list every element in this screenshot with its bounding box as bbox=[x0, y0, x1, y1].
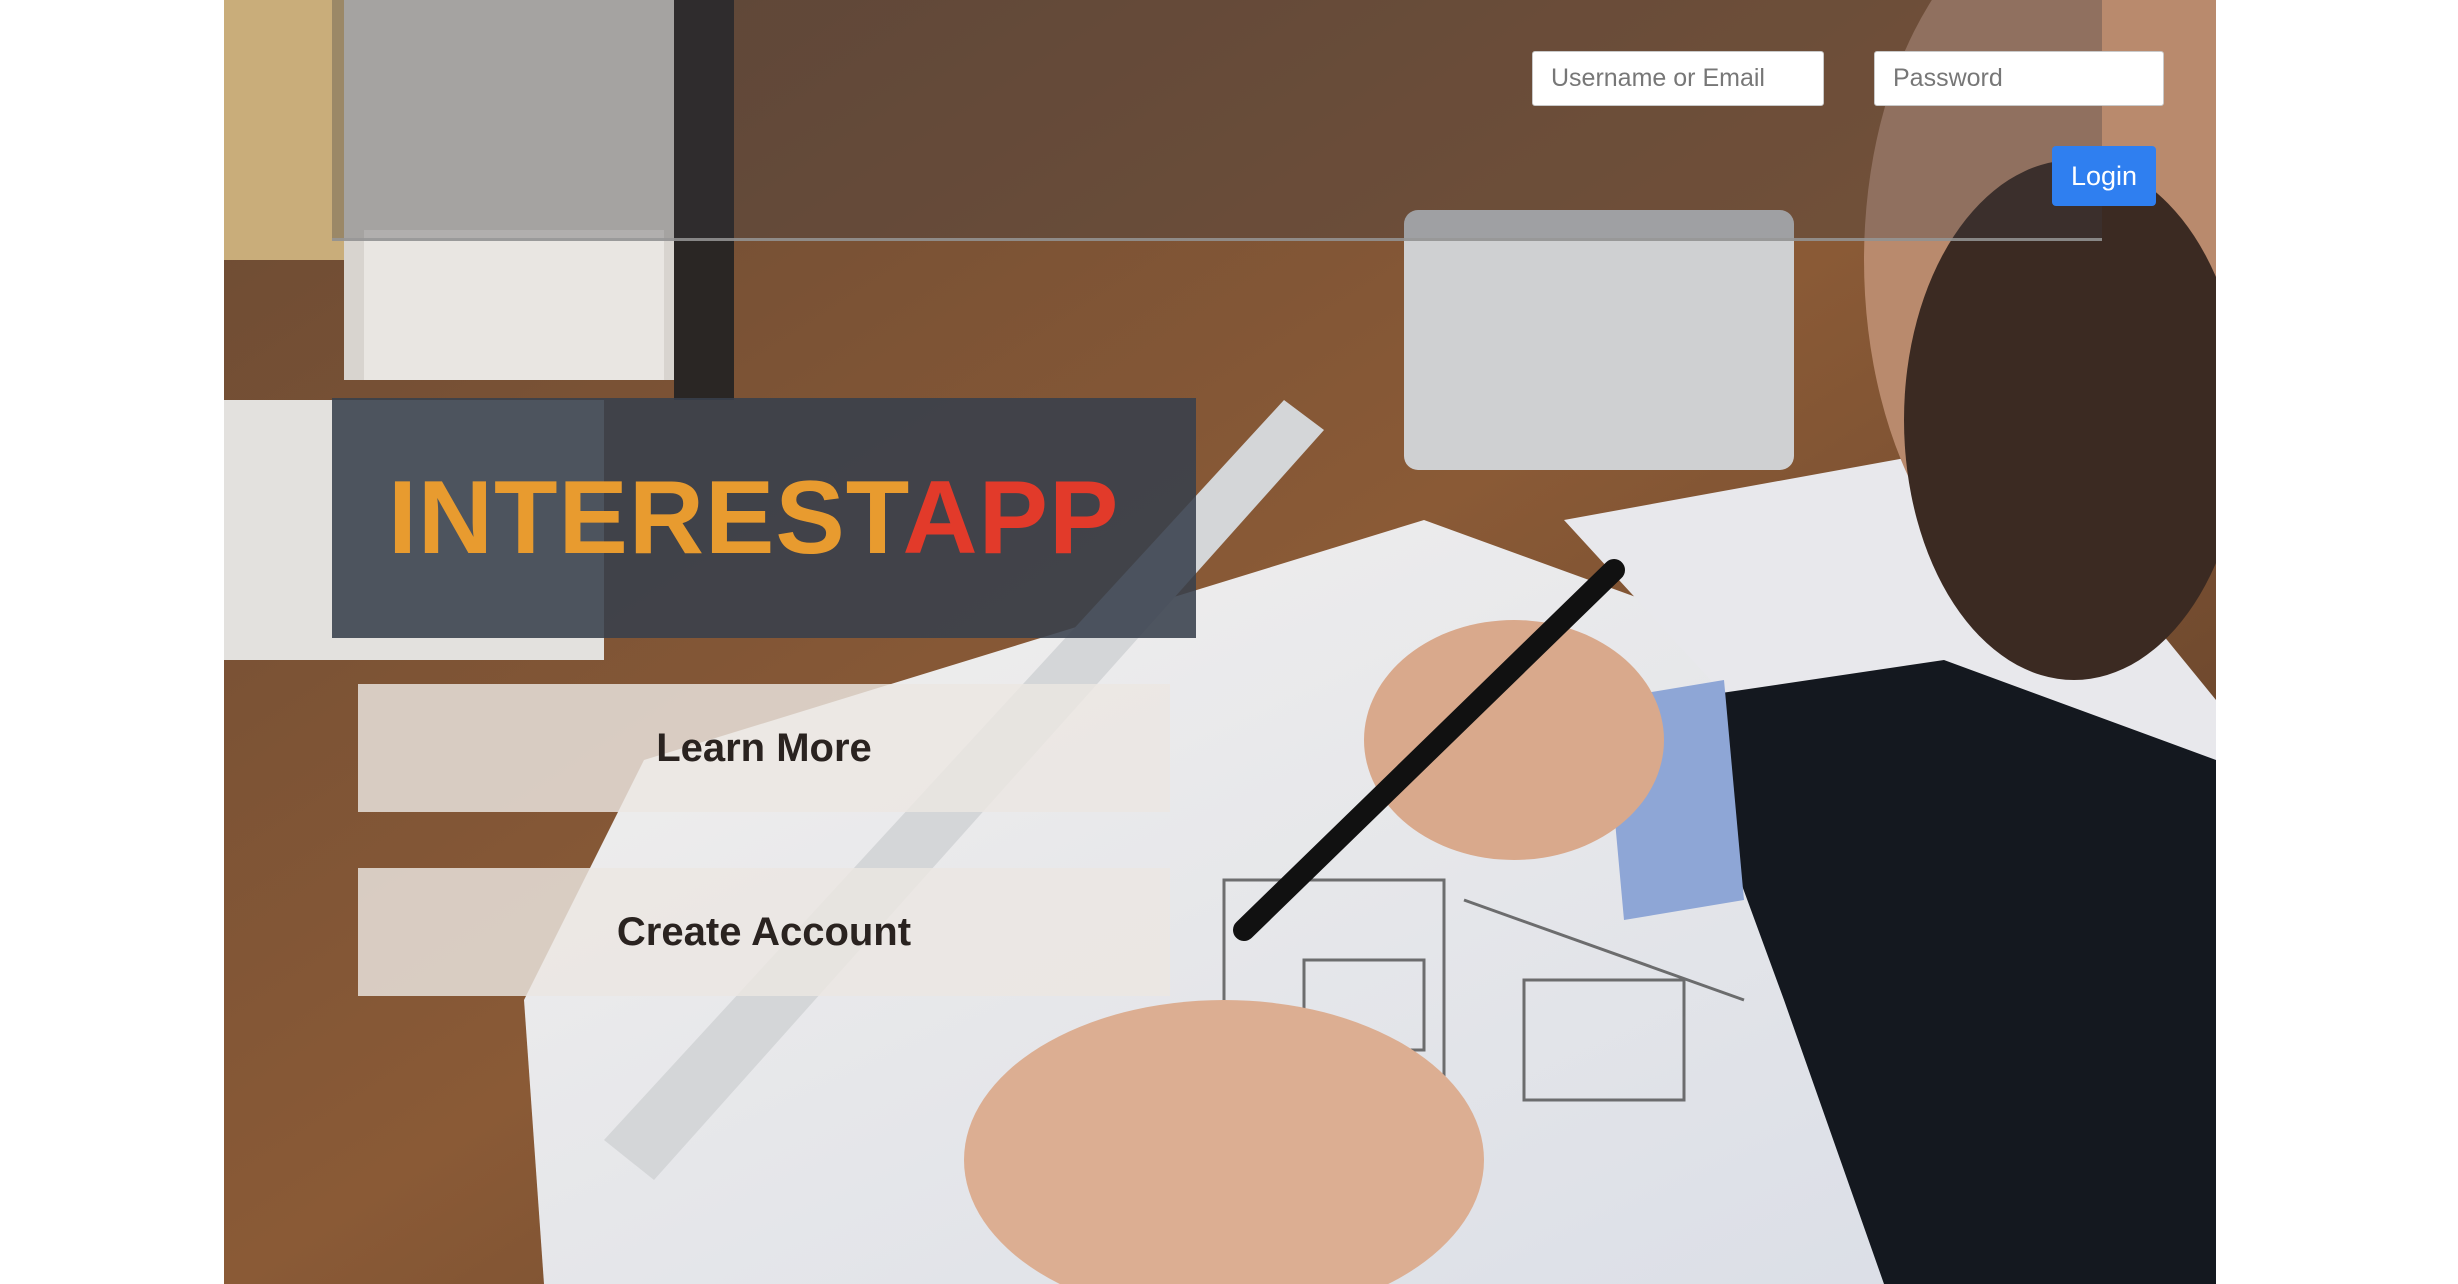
create-account-button[interactable]: Create Account bbox=[358, 868, 1170, 996]
logo-text-app: APP bbox=[902, 460, 1120, 576]
landing-page: Login INTERESTAPP Learn More Create Acco… bbox=[224, 0, 2216, 1284]
app-logo: INTERESTAPP bbox=[388, 466, 1119, 570]
password-input[interactable] bbox=[1874, 51, 2164, 106]
learn-more-button[interactable]: Learn More bbox=[358, 684, 1170, 812]
logo-text-interest: INTEREST bbox=[388, 460, 903, 576]
brand-panel: INTERESTAPP bbox=[332, 398, 1196, 638]
login-button[interactable]: Login bbox=[2052, 146, 2156, 206]
username-input[interactable] bbox=[1532, 51, 1824, 106]
login-bar: Login bbox=[332, 0, 2164, 241]
